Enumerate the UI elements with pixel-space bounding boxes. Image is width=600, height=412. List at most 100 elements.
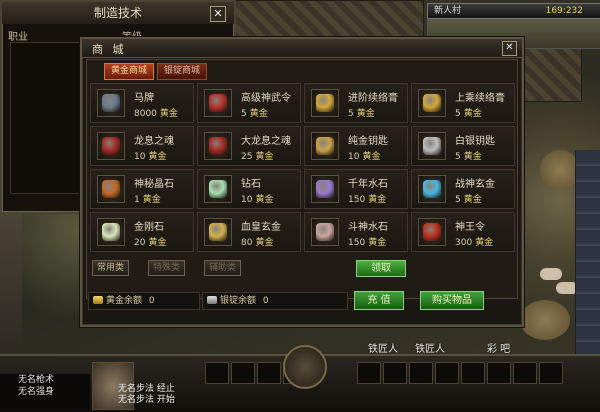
category-row: 常用类 特殊类 辅助类 领取	[90, 260, 510, 277]
item-price-currency: 黄金	[255, 238, 274, 248]
buy-item-button[interactable]: 购买物品	[420, 291, 484, 310]
shop-item-cell[interactable]: 斗神水石 150 黄金	[304, 212, 408, 252]
item-icon-frame[interactable]	[97, 89, 125, 117]
item-name: 神秘晶石	[134, 179, 174, 190]
item-price: 150 黄金	[348, 235, 386, 248]
shop-item-cell[interactable]: 钻石 10 黄金	[197, 169, 301, 209]
silver-ingot-icon	[207, 296, 217, 304]
item-icon-frame[interactable]	[204, 89, 232, 117]
item-price-value: 20	[134, 238, 146, 248]
skill-slot[interactable]	[383, 362, 407, 384]
item-icon-frame[interactable]	[97, 132, 125, 160]
skill-slots	[205, 362, 563, 384]
shop-close-button[interactable]: ✕	[502, 41, 517, 56]
shop-item-cell[interactable]: 龙息之魂 10 黄金	[90, 126, 194, 166]
item-icon-frame[interactable]	[418, 89, 446, 117]
item-icon-frame[interactable]	[204, 175, 232, 203]
location-bar: 新人村 169:232	[427, 3, 600, 19]
shop-item-cell[interactable]: 神秘晶石 1 黄金	[90, 169, 194, 209]
item-price-value: 10	[348, 152, 360, 162]
claim-button[interactable]: 领取	[356, 260, 406, 277]
shop-item-cell[interactable]: 上乘续络膏 5 黄金	[411, 83, 515, 123]
war-gold-icon	[423, 180, 441, 198]
crafting-list[interactable]	[10, 42, 84, 194]
npc-label[interactable]: 铁匠人	[415, 340, 445, 355]
item-icon-frame[interactable]	[418, 218, 446, 246]
item-icon-frame[interactable]	[204, 132, 232, 160]
category-common-button[interactable]: 常用类	[92, 260, 130, 276]
item-price-value: 5	[455, 109, 461, 119]
item-icon-frame[interactable]	[97, 218, 125, 246]
skill-slot[interactable]	[205, 362, 229, 384]
shop-item-cell[interactable]: 血皇玄金 80 黄金	[197, 212, 301, 252]
item-icon-frame[interactable]	[418, 175, 446, 203]
item-price: 5 黄金	[455, 149, 482, 162]
chat-line: 无名枪术	[18, 375, 55, 385]
item-price-currency: 黄金	[475, 238, 494, 248]
item-icon-frame[interactable]	[204, 218, 232, 246]
shop-item-cell[interactable]: 金刚石 20 黄金	[90, 212, 194, 252]
skill-slot[interactable]	[539, 362, 563, 384]
skill-slot[interactable]	[513, 362, 537, 384]
shop-title-bar[interactable]: 商 城 ✕	[82, 39, 522, 58]
hud-center-orb[interactable]	[283, 345, 327, 389]
item-price-currency: 黄金	[255, 152, 274, 162]
item-icon-frame[interactable]	[311, 175, 339, 203]
npc-label[interactable]: 铁匠人	[368, 340, 398, 355]
shop-item-cell[interactable]: 神王令 300 黄金	[411, 212, 515, 252]
recharge-button[interactable]: 充 值	[354, 291, 404, 310]
shop-item-cell[interactable]: 高级神武令 5 黄金	[197, 83, 301, 123]
god-king-token-icon	[423, 223, 441, 241]
skill-message: 无名步法 经止	[118, 384, 175, 394]
skill-slot[interactable]	[461, 362, 485, 384]
item-price-value: 5	[455, 152, 461, 162]
item-price: 5 黄金	[241, 106, 268, 119]
item-price-value: 80	[241, 238, 253, 248]
item-price-currency: 黄金	[362, 152, 381, 162]
skill-slot[interactable]	[257, 362, 281, 384]
blood-gold-icon	[209, 223, 227, 241]
shop-window: 商 城 ✕ 黄金商城 银锭商城 马牌 8000 黄金 高级神武令 5 黄金 进阶续络膏 5 黄金…	[80, 37, 524, 327]
item-icon-frame[interactable]	[418, 132, 446, 160]
skill-slot[interactable]	[231, 362, 255, 384]
item-icon-frame[interactable]	[311, 132, 339, 160]
shop-title: 商 城	[92, 43, 127, 56]
shop-item-cell[interactable]: 纯金钥匙 10 黄金	[304, 126, 408, 166]
item-price-currency: 黄金	[255, 195, 274, 205]
skill-slot[interactable]	[357, 362, 381, 384]
item-price: 150 黄金	[348, 192, 386, 205]
shop-item-cell[interactable]: 千年水石 150 黄金	[304, 169, 408, 209]
item-price-value: 8000	[134, 109, 157, 119]
npc-label[interactable]: 彩 吧	[487, 340, 510, 355]
item-price-value: 150	[348, 238, 366, 248]
shop-item-cell[interactable]: 马牌 8000 黄金	[90, 83, 194, 123]
crafting-panel-title: 制造技术	[2, 2, 234, 24]
skill-slot[interactable]	[435, 362, 459, 384]
silver-balance-label: 银锭余额	[220, 296, 257, 306]
water-stone-icon	[316, 180, 334, 198]
crafting-close-button[interactable]: ✕	[210, 6, 226, 22]
chat-box[interactable]: 无名枪术 无名强身	[0, 374, 90, 410]
item-name: 神王令	[455, 222, 485, 233]
silver-balance-value: 0	[262, 296, 269, 306]
category-assist-button[interactable]: 辅助类	[204, 260, 242, 276]
item-icon-frame[interactable]	[311, 89, 339, 117]
item-price-currency: 黄金	[368, 195, 387, 205]
sheep-sprite[interactable]	[540, 268, 562, 280]
shop-item-cell[interactable]: 大龙息之魂 25 黄金	[197, 126, 301, 166]
skill-slot[interactable]	[487, 362, 511, 384]
item-name: 血皇玄金	[241, 222, 281, 233]
item-name: 斗神水石	[348, 222, 388, 233]
item-price-currency: 黄金	[148, 238, 167, 248]
horse-token-icon	[102, 94, 120, 112]
tab-silver-shop[interactable]: 银锭商城	[157, 63, 208, 80]
shop-item-cell[interactable]: 白银钥匙 5 黄金	[411, 126, 515, 166]
shop-item-cell[interactable]: 进阶续络膏 5 黄金	[304, 83, 408, 123]
gold-balance: 黄金余额 0	[88, 292, 200, 310]
shop-item-cell[interactable]: 战神玄金 5 黄金	[411, 169, 515, 209]
tab-gold-shop[interactable]: 黄金商城	[104, 63, 155, 80]
item-icon-frame[interactable]	[311, 218, 339, 246]
item-icon-frame[interactable]	[97, 175, 125, 203]
skill-slot[interactable]	[409, 362, 433, 384]
category-special-button[interactable]: 特殊类	[148, 260, 186, 276]
